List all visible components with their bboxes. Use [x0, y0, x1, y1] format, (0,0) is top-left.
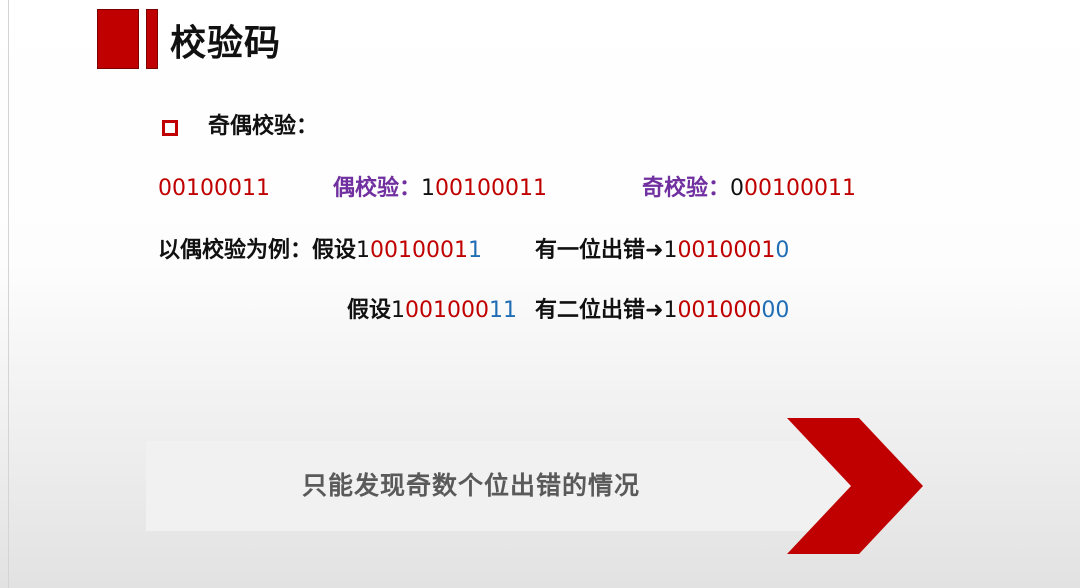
- result-head-bit: 1: [663, 298, 678, 323]
- title-accent-bar: [146, 9, 158, 69]
- code-middle-bits: 0010001: [370, 238, 468, 263]
- odd-parity-example: 奇校验：000100011: [642, 174, 856, 204]
- original-bits: 00100011: [158, 176, 270, 201]
- even-parity-data: 00100011: [435, 176, 547, 201]
- odd-parity-bit: 0: [730, 176, 745, 201]
- result-tail-bits: 00: [761, 298, 790, 323]
- result-head-bit: 1: [663, 238, 678, 263]
- title-accent-block: [97, 9, 139, 69]
- left-border: [8, 0, 9, 588]
- callout-text: 只能发现奇数个位出错的情况: [301, 471, 640, 500]
- example-prefix: 以偶校验为例：假设: [158, 238, 357, 263]
- code-tail-bit: 1: [468, 238, 482, 263]
- result-text: 有一位出错➜: [535, 238, 664, 263]
- code-middle-bits: 001000: [405, 298, 489, 323]
- result-middle-bits: 001000: [677, 298, 762, 323]
- single-bit-error-result: 有一位出错➜100100010: [535, 236, 789, 266]
- hollow-square-bullet-icon: [162, 120, 178, 136]
- original-data: 00100011: [158, 174, 270, 204]
- section-heading: 奇偶校验：: [208, 114, 319, 139]
- double-bit-error-result: 有二位出错➜100100000: [535, 296, 789, 326]
- even-parity-example: 偶校验：100100011: [333, 174, 547, 204]
- code-head-bit: 1: [356, 238, 371, 263]
- result-text: 有二位出错➜: [535, 298, 664, 323]
- code-tail-bits: 11: [489, 298, 517, 323]
- even-parity-bit: 1: [421, 176, 436, 201]
- double-bit-error-example: 假设100100011: [347, 296, 517, 326]
- page-title: 校验码: [170, 23, 282, 64]
- single-bit-error-example: 以偶校验为例：假设100100011: [158, 236, 482, 266]
- odd-parity-data: 00100011: [744, 176, 856, 201]
- even-parity-label: 偶校验：: [333, 176, 422, 201]
- example-prefix: 假设: [347, 298, 392, 323]
- chevron-right-icon: [787, 418, 923, 554]
- odd-parity-label: 奇校验：: [642, 176, 731, 201]
- result-middle-bits: 0010001: [677, 238, 776, 263]
- code-head-bit: 1: [391, 298, 406, 323]
- result-tail-bit: 0: [775, 238, 790, 263]
